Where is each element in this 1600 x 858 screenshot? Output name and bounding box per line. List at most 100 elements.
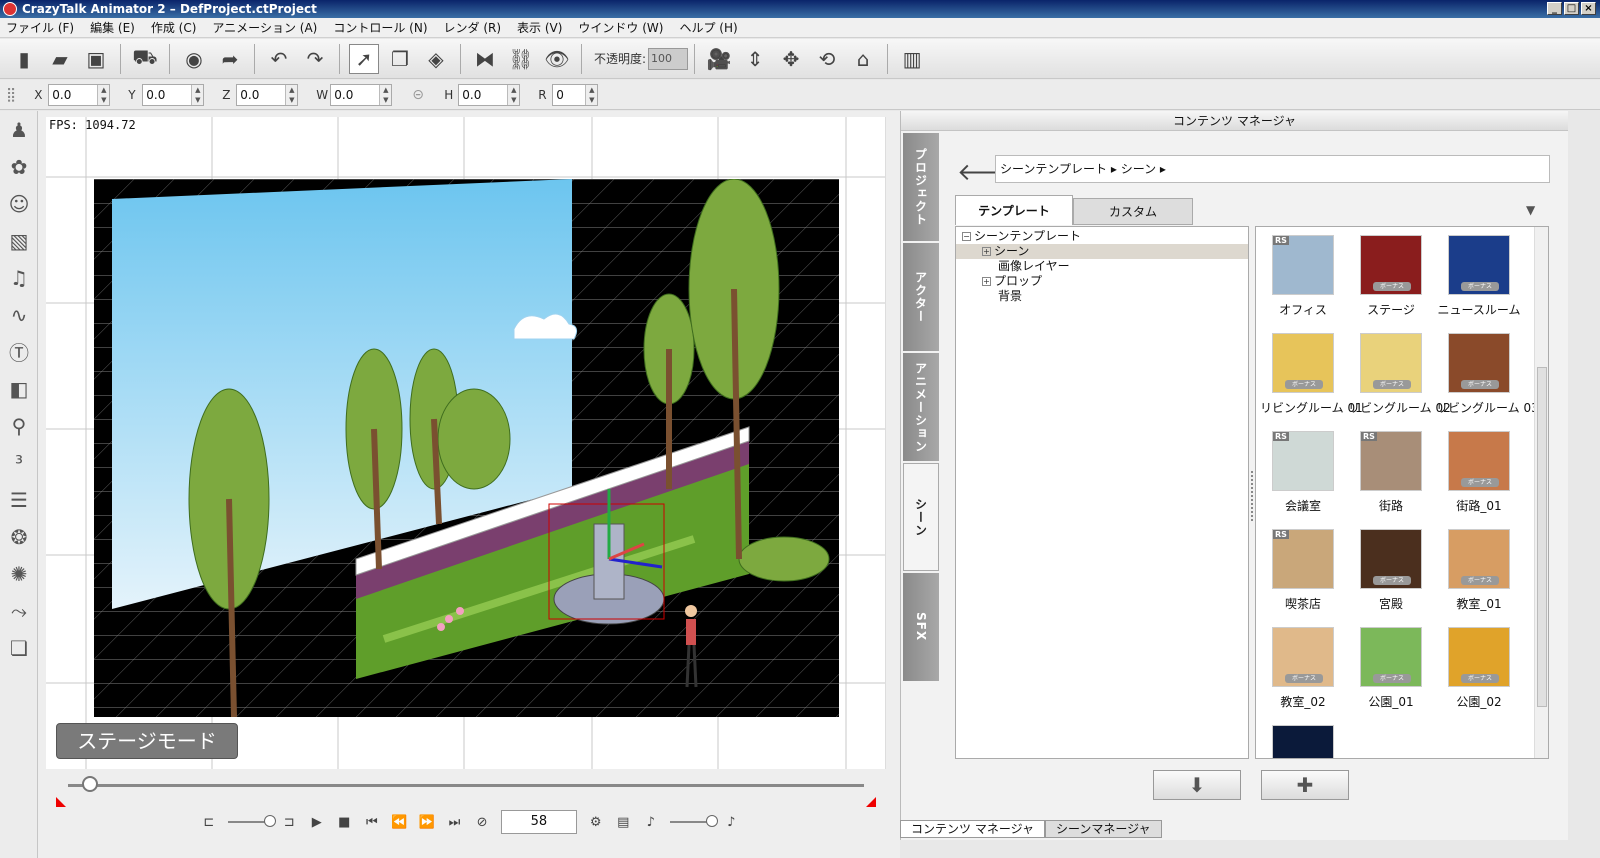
rotate-icon[interactable]: ⟲ (812, 44, 842, 74)
scene-thumbnail-item[interactable]: ボーナス 教室_01 (1436, 529, 1522, 627)
timeline-track[interactable] (68, 784, 864, 787)
scene-thumbnail-item[interactable]: ボーナス 街路_01 (1436, 431, 1522, 529)
eye-icon[interactable]: 👁 (542, 44, 572, 74)
script-icon[interactable]: ☰ (0, 481, 38, 518)
play-icon[interactable]: ▶ (308, 815, 326, 830)
stop-icon[interactable]: ■ (336, 815, 354, 830)
maximize-button[interactable]: □ (1564, 2, 1579, 15)
last-frame-icon[interactable]: ⏭ (446, 815, 464, 830)
tree-collapse-icon[interactable]: − (962, 232, 971, 241)
open-folder-icon[interactable]: ▰ (45, 44, 75, 74)
view-options-chevron-down-icon[interactable]: ▼ (1526, 203, 1535, 217)
close-button[interactable]: × (1581, 2, 1596, 15)
apply-download-button[interactable]: ⬇ (1153, 770, 1241, 800)
home-icon[interactable]: ⌂ (848, 44, 878, 74)
lock-ratio-icon[interactable]: ⊝ (412, 87, 426, 103)
menu-help[interactable]: ヘルプ (H) (679, 18, 737, 37)
cart-icon[interactable]: ⛟ (130, 44, 160, 74)
tree-node-prop[interactable]: + プロップ (956, 274, 1248, 289)
export-icon[interactable]: ➦ (215, 44, 245, 74)
y-field[interactable]: 0.0 ▲ ▼ (142, 83, 205, 106)
loop-icon[interactable]: ⊘ (473, 815, 491, 830)
scene-thumbnail-item[interactable]: ボーナス ステージ (1348, 235, 1434, 333)
tree-node-background[interactable]: 背景 (956, 289, 1248, 304)
range-end-marker-icon[interactable] (866, 797, 876, 807)
fill-icon[interactable]: ◈ (421, 44, 451, 74)
x-spinner-icon[interactable]: ▲ ▼ (97, 84, 110, 105)
effect-icon[interactable]: ✺ (0, 555, 38, 592)
add-content-button[interactable]: ✚ (1261, 770, 1349, 800)
undo-icon[interactable]: ↶ (264, 44, 294, 74)
tab-animation[interactable]: アニメーション (903, 353, 939, 461)
scene-thumbnail-item[interactable]: RS 街路 (1348, 431, 1434, 529)
tree-node-image-layer[interactable]: 画像レイヤー (956, 259, 1248, 274)
scene-thumbnail-item[interactable]: ボーナス リビングルーム 03 (1436, 333, 1539, 431)
h-spinner-icon[interactable]: ▲ ▼ (507, 84, 520, 105)
duplicate-icon[interactable]: ❐ (385, 44, 415, 74)
w-field[interactable]: 0.0 ▲ ▼ (330, 83, 393, 106)
scene-thumbnail-item[interactable]: ボーナス 公園_01 (1348, 627, 1434, 725)
y-spinner-icon[interactable]: ▲ ▼ (191, 84, 204, 105)
tree-node-scene[interactable]: + シーン (956, 244, 1248, 259)
scene-thumbnail-item[interactable]: RS オフィス (1260, 235, 1346, 333)
volume-slider[interactable] (669, 815, 719, 827)
scrollbar-thumb[interactable] (1537, 367, 1547, 707)
menu-file[interactable]: ファイル (F) (6, 18, 74, 37)
tree-expand-icon[interactable]: + (982, 277, 991, 286)
scene-thumbnail-item[interactable]: ボーナス リビングルーム 01 (1260, 333, 1363, 431)
mute-icon[interactable]: ♪ (642, 815, 660, 830)
r-field[interactable]: 0 ▲ ▼ (552, 83, 599, 106)
x-field[interactable]: 0.0 ▲ ▼ (48, 83, 111, 106)
tab-project[interactable]: プロジェクト (903, 133, 939, 241)
menu-animation[interactable]: アニメーション (A) (212, 18, 317, 37)
stage-canvas[interactable]: FPS: 1094.72 (46, 117, 886, 769)
tab-scene[interactable]: シーン (903, 463, 939, 571)
speed-slow-icon[interactable]: ⊏ (200, 815, 218, 830)
tab-sfx[interactable]: SFX (903, 573, 939, 681)
next-frame-icon[interactable]: ⏩ (418, 815, 436, 830)
scene-thumbnail-item[interactable]: ボーナス リビングルーム 02 (1348, 333, 1451, 431)
minimize-button[interactable]: _ (1547, 2, 1562, 15)
r-spinner-icon[interactable]: ▲ ▼ (585, 84, 598, 105)
music-icon[interactable]: ♫ (0, 259, 38, 296)
scene-thumbnail-item[interactable]: RS 会議室 (1260, 431, 1346, 529)
scene-thumbnail-item[interactable]: ボーナス 宮殿 (1348, 529, 1434, 627)
actor-icon[interactable]: ♟ (0, 111, 38, 148)
speed-slider-knob[interactable] (264, 815, 277, 827)
scene-thumbnail-item[interactable]: RS 喫茶店 (1260, 529, 1346, 627)
layer-icon[interactable]: ◧ (0, 370, 38, 407)
menu-control[interactable]: コントロール (N) (333, 18, 427, 37)
w-spinner-icon[interactable]: ▲ ▼ (379, 84, 392, 105)
speed-fast-icon[interactable]: ⊐ (280, 815, 298, 830)
redo-icon[interactable]: ↷ (300, 44, 330, 74)
morph-icon[interactable]: ❂ (0, 518, 38, 555)
tab-actor[interactable]: アクター (903, 243, 939, 351)
timeline-toggle-icon[interactable]: ▤ (614, 815, 632, 830)
tree-expand-icon[interactable]: + (982, 247, 991, 256)
preview-icon[interactable]: ◉ (179, 44, 209, 74)
timeline-playhead[interactable] (82, 776, 98, 792)
tab-content-manager[interactable]: コンテンツ マネージャ (900, 820, 1045, 838)
tab-scene-manager[interactable]: シーンマネージャ (1044, 820, 1162, 838)
new-file-icon[interactable]: ▮ (9, 44, 39, 74)
tab-custom[interactable]: カスタム (1073, 198, 1193, 225)
z-spinner-icon[interactable]: ▲ ▼ (285, 84, 298, 105)
move-all-icon[interactable]: ✥ (776, 44, 806, 74)
current-frame-input[interactable]: 58 (500, 810, 577, 834)
previous-frame-icon[interactable]: ⏪ (391, 815, 409, 830)
first-frame-icon[interactable]: ⏮ (363, 815, 381, 830)
link-icon[interactable]: ⛓ (506, 44, 536, 74)
h-field[interactable]: 0.0 ▲ ▼ (458, 83, 521, 106)
menu-window[interactable]: ウインドウ (W) (578, 18, 663, 37)
select-arrow-icon[interactable]: ➚ (349, 43, 379, 74)
range-start-marker-icon[interactable] (56, 797, 66, 807)
pose-icon[interactable]: ⚲ (0, 407, 38, 444)
menu-edit[interactable]: 編集 (E) (90, 18, 135, 37)
audio-icon[interactable]: ▥ (897, 44, 927, 74)
scene-thumbnail-item[interactable]: ボーナス 教室_02 (1260, 627, 1346, 725)
tree-node-scene-template[interactable]: − シーンテンプレート (956, 229, 1248, 244)
menu-view[interactable]: 表示 (V) (517, 18, 562, 37)
tab-template[interactable]: テンプレート (955, 195, 1073, 225)
opacity-select[interactable]: 100 (648, 47, 689, 70)
voice-icon[interactable]: ∿ (0, 296, 38, 333)
